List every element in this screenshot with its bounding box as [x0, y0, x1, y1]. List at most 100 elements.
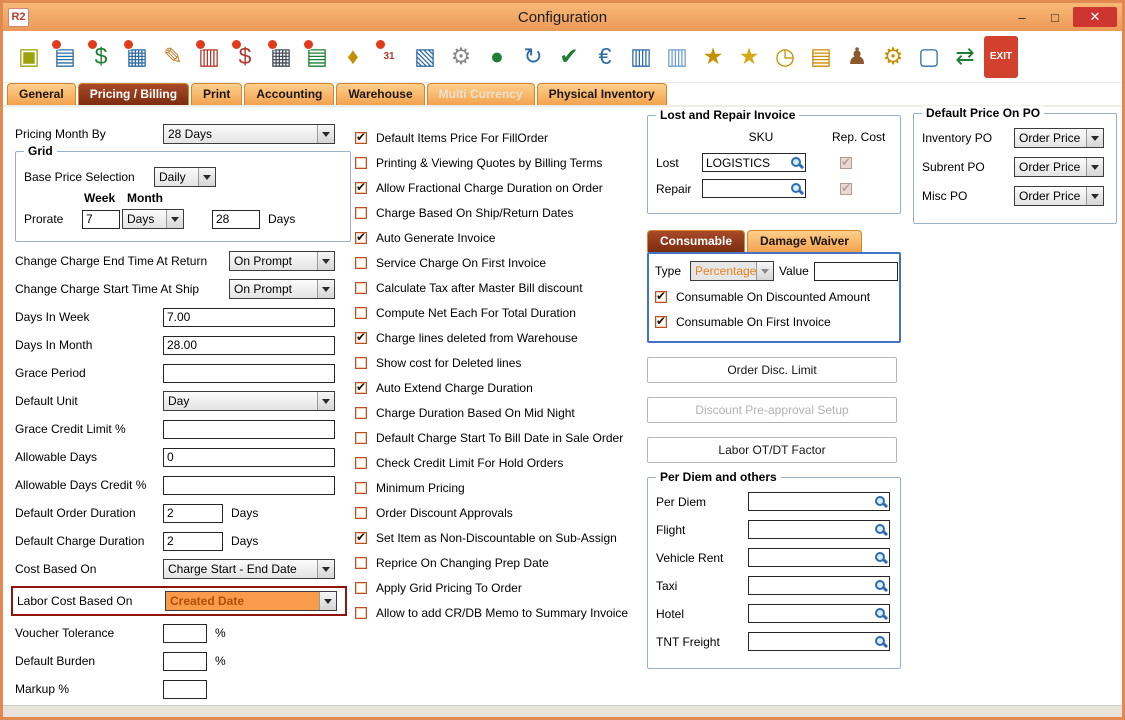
chevron-down-icon[interactable] — [1086, 187, 1103, 205]
checkbox[interactable] — [655, 291, 667, 303]
chevron-down-icon[interactable] — [198, 168, 215, 186]
checkbox[interactable] — [355, 457, 367, 469]
award-gold-icon[interactable]: ★ — [696, 36, 730, 78]
allowable-days-input[interactable] — [163, 448, 335, 467]
workstation-icon[interactable]: ▢ — [912, 36, 946, 78]
verify-shield-icon[interactable]: ✔ — [552, 36, 586, 78]
time-billing-icon[interactable]: ◷ — [768, 36, 802, 78]
default-charge-duration-input[interactable] — [163, 532, 223, 551]
checkbox[interactable] — [355, 407, 367, 419]
export-transfer-icon[interactable]: ⇄ — [948, 36, 982, 78]
labor-cost-based-on-select[interactable]: Created Date — [165, 591, 337, 611]
tab[interactable]: Warehouse — [336, 83, 424, 105]
crew-travel-icon[interactable]: ♟ — [840, 36, 874, 78]
grace-credit-input[interactable] — [163, 420, 335, 439]
change-end-time-select[interactable]: On Prompt — [229, 251, 335, 271]
search-icon[interactable] — [790, 182, 803, 195]
tab[interactable]: Pricing / Billing — [78, 83, 189, 105]
option-row[interactable]: Charge lines deleted from Warehouse — [355, 325, 651, 350]
chevron-down-icon[interactable] — [166, 210, 183, 228]
notes-icon[interactable]: ▤ — [804, 36, 838, 78]
maximize-button[interactable]: □ — [1040, 7, 1070, 27]
option-row[interactable]: Allow to add CR/DB Memo to Summary Invoi… — [355, 600, 651, 625]
partnership-icon[interactable]: ♦ — [336, 36, 370, 78]
pricing-month-by-select[interactable]: 28 Days — [163, 124, 335, 144]
default-order-duration-input[interactable] — [163, 504, 223, 523]
checkbox[interactable] — [355, 182, 367, 194]
option-row[interactable]: Set Item as Non-Discountable on Sub-Assi… — [355, 525, 651, 550]
option-row[interactable]: Reprice On Changing Prep Date — [355, 550, 651, 575]
chart-icon[interactable]: ▧ — [408, 36, 442, 78]
markup-input[interactable] — [163, 680, 207, 699]
search-icon[interactable] — [874, 495, 887, 508]
option-row[interactable]: Check Credit Limit For Hold Orders — [355, 450, 651, 475]
cost-based-on-select[interactable]: Charge Start - End Date — [163, 559, 335, 579]
lookup-input[interactable] — [748, 520, 890, 539]
option-row[interactable]: Minimum Pricing — [355, 475, 651, 500]
tab[interactable]: Physical Inventory — [537, 83, 667, 105]
tools-gear-icon[interactable]: ⚙ — [876, 36, 910, 78]
voucher-tolerance-input[interactable] — [163, 624, 207, 643]
exit-button[interactable]: EXIT — [984, 36, 1018, 78]
option-row[interactable]: Printing & Viewing Quotes by Billing Ter… — [355, 150, 651, 175]
network-globe-icon[interactable]: ● — [480, 36, 514, 78]
checkbox[interactable] — [355, 557, 367, 569]
lookup-input[interactable] — [748, 604, 890, 623]
lookup-input[interactable] — [748, 548, 890, 567]
award-gold2-icon[interactable]: ★ — [732, 36, 766, 78]
orders-icon[interactable]: ▤ — [48, 36, 82, 78]
consumable-value-input[interactable] — [814, 262, 898, 281]
sync-icon[interactable]: ↻ — [516, 36, 550, 78]
checkbox[interactable] — [355, 332, 367, 344]
action-button[interactable]: Discount Pre-approval Setup — [647, 397, 897, 423]
po-price-select[interactable]: Order Price — [1014, 186, 1104, 206]
ledger-icon[interactable]: ▤ — [300, 36, 334, 78]
checkbox[interactable] — [355, 132, 367, 144]
option-row[interactable]: Default Items Price For FillOrder — [355, 125, 651, 150]
action-button[interactable]: Order Disc. Limit — [647, 357, 897, 383]
checkbox[interactable] — [355, 357, 367, 369]
checkbox[interactable] — [355, 532, 367, 544]
cash-register-icon[interactable]: $ — [84, 36, 118, 78]
lookup-input[interactable] — [748, 492, 890, 511]
checkbox[interactable] — [355, 157, 367, 169]
chevron-down-icon[interactable] — [317, 280, 334, 298]
days-in-month-input[interactable] — [163, 336, 335, 355]
prorate-week-input[interactable] — [82, 210, 120, 229]
checkbox[interactable] — [355, 282, 367, 294]
billing-icon[interactable]: $ — [228, 36, 262, 78]
days-in-week-input[interactable] — [163, 308, 335, 327]
po-price-select[interactable]: Order Price — [1014, 157, 1104, 177]
action-button[interactable]: Labor OT/DT Factor — [647, 437, 897, 463]
checkbox[interactable] — [655, 316, 667, 328]
default-burden-input[interactable] — [163, 652, 207, 671]
checkbox[interactable] — [355, 432, 367, 444]
search-icon[interactable] — [874, 579, 887, 592]
tab[interactable]: Damage Waiver — [747, 230, 862, 252]
tab[interactable]: General — [7, 83, 76, 105]
chevron-down-icon[interactable] — [317, 125, 334, 143]
prorate-unit-select[interactable]: Days — [122, 209, 184, 229]
rate-grid-icon[interactable]: ▦ — [264, 36, 298, 78]
option-row[interactable]: Show cost for Deleted lines — [355, 350, 651, 375]
minimize-button[interactable]: – — [1007, 7, 1037, 27]
chevron-down-icon[interactable] — [319, 592, 336, 610]
price-schedule-icon[interactable]: ▦ — [120, 36, 154, 78]
search-icon[interactable] — [874, 523, 887, 536]
search-icon[interactable] — [874, 607, 887, 620]
chevron-down-icon[interactable] — [317, 252, 334, 270]
prorate-month-input[interactable] — [212, 210, 260, 229]
lookup-input[interactable] — [748, 632, 890, 651]
option-row[interactable]: Default Charge Start To Bill Date in Sal… — [355, 425, 651, 450]
checkbox[interactable] — [355, 257, 367, 269]
report-icon[interactable]: ▥ — [624, 36, 658, 78]
settings-gears-icon[interactable]: ⚙ — [444, 36, 478, 78]
chevron-down-icon[interactable] — [317, 392, 334, 410]
option-row[interactable]: Apply Grid Pricing To Order — [355, 575, 651, 600]
change-start-time-select[interactable]: On Prompt — [229, 279, 335, 299]
default-unit-select[interactable]: Day — [163, 391, 335, 411]
checkbox[interactable] — [355, 307, 367, 319]
option-row[interactable]: Consumable On Discounted Amount — [655, 284, 893, 309]
checkbox[interactable] — [355, 482, 367, 494]
option-row[interactable]: Compute Net Each For Total Duration — [355, 300, 651, 325]
